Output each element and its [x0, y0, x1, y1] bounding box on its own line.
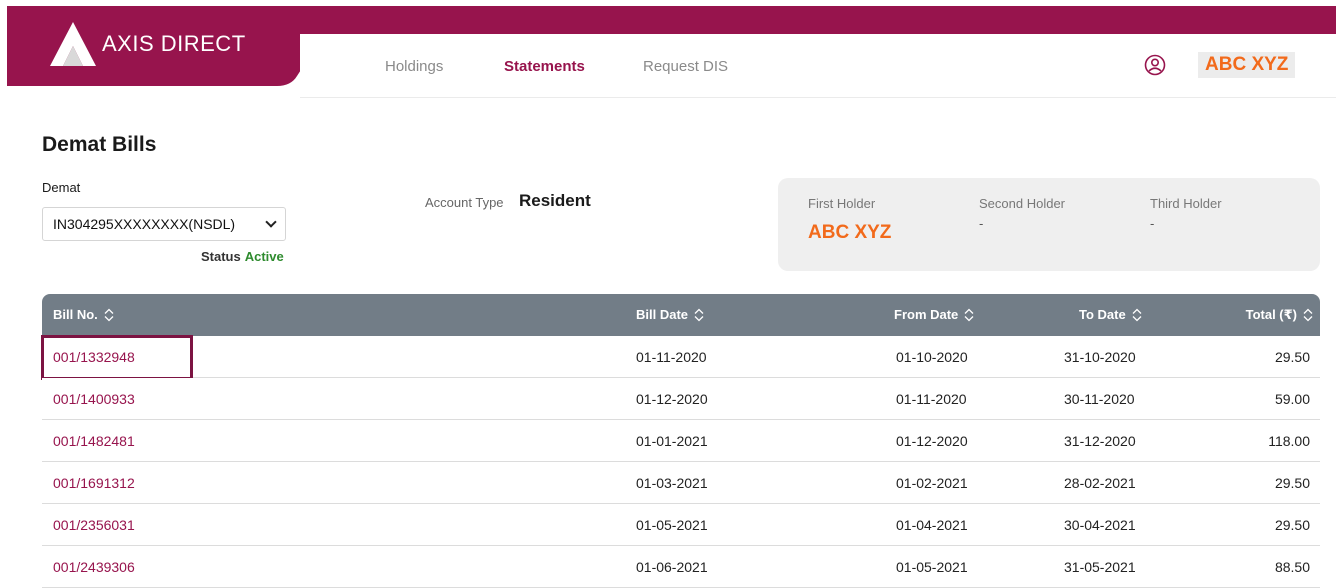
col-to-date[interactable]: To Date: [1079, 294, 1143, 336]
nav-holdings[interactable]: Holdings: [385, 58, 443, 75]
col-from-date[interactable]: From Date: [894, 294, 975, 336]
col-bill-date[interactable]: Bill Date: [636, 294, 705, 336]
nav-request-dis[interactable]: Request DIS: [643, 58, 728, 75]
bill-date-cell: 01-11-2020: [636, 349, 707, 365]
sort-icon: [694, 308, 704, 322]
from-date-cell: 01-05-2021: [896, 559, 968, 575]
first-holder-value: ABC XYZ: [808, 222, 892, 243]
second-holder-label: Second Holder: [979, 196, 1065, 211]
bill-no-link[interactable]: 001/1400933: [53, 378, 135, 420]
to-date-cell: 31-10-2020: [1064, 349, 1136, 365]
col-from-date-label: From Date: [894, 307, 959, 322]
from-date-cell: 01-12-2020: [896, 433, 968, 449]
table-row: 001/1400933 01-12-2020 01-11-2020 30-11-…: [42, 378, 1320, 420]
total-cell: 59.00: [1274, 391, 1310, 407]
bill-date-cell: 01-12-2020: [636, 391, 708, 407]
page-title: Demat Bills: [42, 133, 157, 156]
from-date-cell: 01-11-2020: [896, 391, 967, 407]
bill-no-link[interactable]: 001/1691312: [53, 462, 135, 504]
to-date-cell: 31-12-2020: [1064, 433, 1136, 449]
sort-icon: [1132, 308, 1142, 322]
col-total-label: Total (₹): [1245, 307, 1297, 322]
account-type-label: Account Type: [425, 195, 504, 210]
bill-date-cell: 01-01-2021: [636, 433, 708, 449]
axis-logo-icon: [50, 22, 96, 66]
col-total[interactable]: Total (₹): [1246, 294, 1314, 336]
table-row: 001/1691312 01-03-2021 01-02-2021 28-02-…: [42, 462, 1320, 504]
status-value: Active: [244, 249, 284, 264]
total-cell: 29.50: [1274, 475, 1310, 491]
bill-date-cell: 01-05-2021: [636, 517, 708, 533]
table-header: Bill No. Bill Date From Date To Date Tot…: [42, 294, 1320, 336]
bills-table: Bill No. Bill Date From Date To Date Tot…: [41, 294, 1320, 588]
to-date-cell: 30-04-2021: [1064, 517, 1136, 533]
status-row: Status Active: [201, 249, 284, 264]
user-circle-icon[interactable]: [1144, 54, 1166, 76]
demat-select[interactable]: IN304295XXXXXXXX(NSDL): [42, 207, 286, 241]
from-date-cell: 01-02-2021: [896, 475, 968, 491]
bill-no-link[interactable]: 001/2356031: [53, 504, 135, 546]
total-cell: 29.50: [1274, 349, 1310, 365]
header-nav-area: [300, 34, 1336, 98]
from-date-cell: 01-10-2020: [896, 349, 968, 365]
table-row: 001/2356031 01-05-2021 01-04-2021 30-04-…: [42, 504, 1320, 546]
to-date-cell: 28-02-2021: [1064, 475, 1136, 491]
total-cell: 29.50: [1274, 517, 1310, 533]
sort-icon: [1303, 308, 1313, 322]
user-name[interactable]: ABC XYZ: [1198, 52, 1296, 78]
account-type-value: Resident: [519, 191, 591, 210]
total-cell: 118.00: [1268, 433, 1310, 449]
bill-date-cell: 01-06-2021: [636, 559, 708, 575]
total-cell: 88.50: [1274, 559, 1310, 575]
bill-date-cell: 01-03-2021: [636, 475, 708, 491]
nav-statements[interactable]: Statements: [504, 58, 585, 75]
third-holder-value: -: [1150, 216, 1155, 231]
brand-name: AXIS DIRECT: [102, 31, 246, 56]
col-bill-no[interactable]: Bill No.: [53, 294, 115, 336]
holders-card: First Holder ABC XYZ Second Holder - Thi…: [778, 178, 1320, 271]
first-holder-label: First Holder: [808, 196, 876, 211]
sort-icon: [964, 308, 974, 322]
bill-no-link[interactable]: 001/1332948: [53, 336, 135, 378]
second-holder-value: -: [979, 216, 984, 231]
sort-icon: [104, 308, 114, 322]
third-holder-label: Third Holder: [1150, 196, 1222, 211]
table-row: 001/2439306 01-06-2021 01-05-2021 31-05-…: [42, 546, 1320, 588]
col-to-date-label: To Date: [1079, 307, 1126, 322]
brand-logo[interactable]: AXIS DIRECT: [50, 22, 246, 66]
chevron-down-icon: [265, 216, 277, 228]
demat-label: Demat: [42, 180, 81, 195]
col-bill-no-label: Bill No.: [53, 307, 98, 322]
to-date-cell: 31-05-2021: [1064, 559, 1136, 575]
from-date-cell: 01-04-2021: [896, 517, 968, 533]
to-date-cell: 30-11-2020: [1064, 391, 1135, 407]
col-bill-date-label: Bill Date: [636, 307, 689, 322]
table-row: 001/1482481 01-01-2021 01-12-2020 31-12-…: [42, 420, 1320, 462]
demat-selected-value: IN304295XXXXXXXX(NSDL): [53, 216, 236, 232]
bill-no-link[interactable]: 001/2439306: [53, 546, 135, 588]
status-label: Status: [201, 249, 241, 264]
table-row: 001/1332948 01-11-2020 01-10-2020 31-10-…: [41, 335, 1320, 380]
bill-no-link[interactable]: 001/1482481: [53, 420, 135, 462]
